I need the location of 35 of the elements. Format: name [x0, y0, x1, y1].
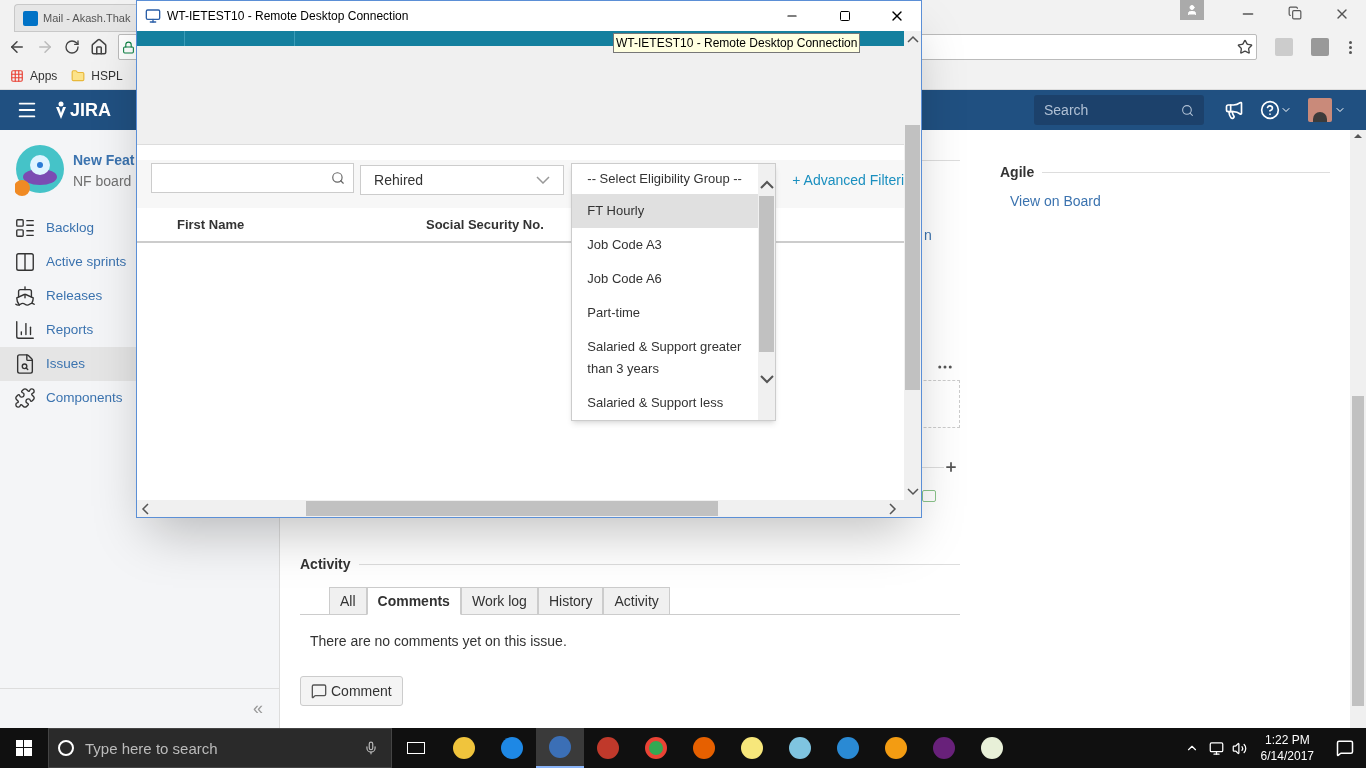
- activity-heading: Activity: [300, 555, 351, 574]
- activity-tab[interactable]: Work log: [460, 587, 538, 615]
- activity-tab[interactable]: Comments: [366, 587, 461, 615]
- eligibility-dropdown[interactable]: -- Select Eligibility Group -- FT Hourly Job Code A3 Job Code A6 Part-time Salaried & Support greater than 3 years Salaried & Support less: [571, 163, 777, 421]
- sidebar-item[interactable]: Backlog: [0, 211, 136, 245]
- activity-tab[interactable]: Activity: [603, 587, 670, 615]
- jira-logo[interactable]: JIRA: [54, 96, 111, 124]
- bookmark-link[interactable]: Apps: [30, 66, 58, 85]
- activity-tab[interactable]: All: [329, 587, 367, 615]
- advanced-filtering-link[interactable]: + Advanced Filteri: [792, 170, 904, 191]
- taskbar-search-field[interactable]: Type here to search: [48, 728, 392, 768]
- comment-button[interactable]: Comment: [300, 676, 403, 706]
- bookmark-link[interactable]: HSPL: [91, 66, 123, 85]
- search-field[interactable]: Search: [1034, 95, 1204, 125]
- sidebar-item[interactable]: Issues: [0, 347, 136, 381]
- column-header[interactable]: Social Security No.: [426, 214, 544, 235]
- sidebar-item[interactable]: Components: [0, 381, 136, 415]
- agile-heading: Agile: [1000, 163, 1035, 182]
- empty-message: There are no comments yet on this issue.: [310, 632, 568, 651]
- dropdown-option[interactable]: FT Hourly: [572, 194, 759, 228]
- project-name[interactable]: New Feat: [73, 150, 135, 171]
- link-fragment[interactable]: n: [924, 225, 934, 246]
- tooltip: WT-IETEST10 - Remote Desktop Connection: [613, 33, 861, 53]
- dropdown-option[interactable]: Salaried & Support less: [572, 386, 759, 420]
- status-select[interactable]: Rehired: [360, 165, 565, 195]
- view-on-board-link[interactable]: View on Board: [1010, 191, 1330, 212]
- activity-tab[interactable]: History: [537, 587, 604, 615]
- clock[interactable]: 1:22 PM 6/14/2017: [1250, 732, 1324, 764]
- column-header[interactable]: First Name: [177, 214, 426, 235]
- sidebar-item[interactable]: Releases: [0, 279, 136, 313]
- board-name: NF board: [73, 172, 133, 191]
- window-title: WT-IETEST10 - Remote Desktop Connection: [167, 8, 409, 25]
- sidebar-item[interactable]: Reports: [0, 313, 136, 347]
- browser-tab[interactable]: Mail - Akash.Thak: [14, 4, 136, 32]
- sidebar-item[interactable]: Active sprints: [0, 245, 136, 279]
